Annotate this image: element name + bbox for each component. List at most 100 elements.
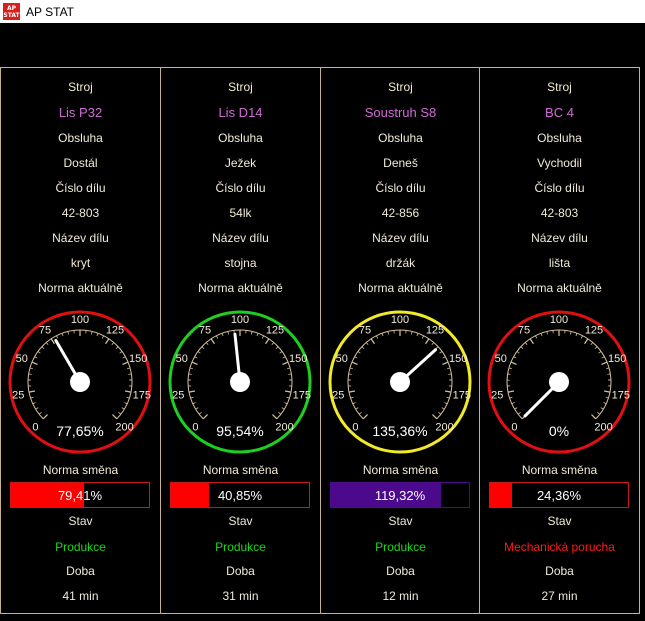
- gauge-value: 135,36%: [372, 423, 427, 439]
- norma-gauge: 0 25 50 75 100 125 150 175 200 95,54%: [168, 310, 312, 454]
- part-number-label: Číslo dílu: [55, 181, 106, 195]
- gauge-tick-label: 150: [289, 353, 307, 365]
- part-name-label: Název dílu: [52, 231, 109, 245]
- norma-shift-value: 119,32%: [374, 487, 426, 503]
- gauge-tick-label: 75: [518, 325, 530, 337]
- part-number: 54lk: [229, 206, 252, 220]
- part-name-label: Název dílu: [212, 231, 269, 245]
- part-name: držák: [385, 256, 416, 270]
- gauge-tick-label: 0: [511, 422, 517, 434]
- duration-label: Doba: [386, 564, 415, 578]
- app-logo-icon: AP STAT: [3, 3, 20, 20]
- gauge-tick-label: 0: [192, 422, 198, 434]
- norma-shift-label: Norma směna: [521, 463, 598, 477]
- norma-gauge: 0 25 50 75 100 125 150 175 200 0%: [487, 310, 631, 454]
- status-label: Stav: [228, 514, 253, 528]
- norma-gauge: 0 25 50 75 100 125 150 175 200 77,65%: [8, 310, 152, 454]
- gauge-tick-label: 150: [129, 353, 147, 365]
- gauge-tick-label: 125: [266, 325, 284, 337]
- status-label: Stav: [547, 514, 572, 528]
- norma-shift-bar: 24,36%: [489, 482, 629, 508]
- part-number-label: Číslo dílu: [215, 181, 266, 195]
- gauge-tick-label: 50: [16, 353, 28, 365]
- obsluha-label: Obsluha: [58, 131, 103, 145]
- part-name: lišta: [548, 256, 571, 270]
- gauge-tick-label: 200: [594, 422, 612, 434]
- part-name-label: Název dílu: [372, 231, 429, 245]
- norma-shift-label: Norma směna: [362, 463, 439, 477]
- gauge-tick-label: 100: [71, 314, 89, 326]
- norma-shift-label: Norma směna: [202, 463, 279, 477]
- operator-name: Vychodil: [537, 156, 582, 170]
- gauge-tick-label: 150: [449, 353, 467, 365]
- gauge-tick-label: 100: [550, 314, 568, 326]
- gauge-value: 77,65%: [56, 423, 103, 439]
- part-name: stojna: [224, 256, 257, 270]
- part-number: 42-803: [540, 206, 579, 220]
- norma-current-label: Norma aktuálně: [38, 281, 123, 295]
- norma-shift-value: 40,85%: [217, 487, 263, 503]
- obsluha-label: Obsluha: [537, 131, 582, 145]
- gauge-tick-label: 75: [39, 325, 51, 337]
- duration-value: 41 min: [62, 589, 99, 603]
- duration-label: Doba: [226, 564, 255, 578]
- status-value: Produkce: [215, 540, 266, 554]
- gauge-tick-label: 25: [172, 389, 184, 401]
- gauge-tick-label: 50: [176, 353, 188, 365]
- machine-panel: Stroj Lis D14 Obsluha Ježek Číslo dílu 54lk Ná…: [160, 68, 320, 613]
- machine-panel: Stroj Soustruh S8 Obsluha Deneš Číslo dílu 42…: [320, 68, 480, 613]
- operator-name: Deneš: [383, 156, 418, 170]
- gauge-tick-label: 50: [336, 353, 348, 365]
- gauge-hub: [549, 372, 569, 392]
- gauge-tick-label: 175: [133, 389, 151, 401]
- part-number: 42-856: [381, 206, 420, 220]
- obsluha-label: Obsluha: [218, 131, 263, 145]
- stroj-label: Stroj: [228, 80, 253, 94]
- norma-shift-value: 24,36%: [536, 487, 582, 503]
- gauge-tick-label: 25: [332, 389, 344, 401]
- operator-name: Dostál: [63, 156, 98, 170]
- stroj-label: Stroj: [388, 80, 413, 94]
- norma-current-label: Norma aktuálně: [517, 281, 602, 295]
- gauge-tick-label: 200: [435, 422, 453, 434]
- stroj-label: Stroj: [68, 80, 93, 94]
- gauge-tick-label: 100: [231, 314, 249, 326]
- title-bar: AP STAT AP STAT: [0, 0, 645, 23]
- gauge-tick-label: 0: [32, 422, 38, 434]
- duration-value: 27 min: [541, 589, 578, 603]
- machine-name: Soustruh S8: [364, 105, 437, 120]
- gauge-value: 0%: [549, 423, 569, 439]
- gauge-tick-label: 175: [453, 389, 471, 401]
- duration-value: 12 min: [382, 589, 419, 603]
- norma-shift-value: 79,41%: [57, 487, 103, 503]
- norma-current-label: Norma aktuálně: [198, 281, 283, 295]
- status-label: Stav: [68, 514, 93, 528]
- machine-panel: Stroj Lis P32 Obsluha Dostál Číslo dílu 42-80…: [1, 68, 160, 613]
- part-name-label: Název dílu: [531, 231, 588, 245]
- machine-panel: Stroj BC 4 Obsluha Vychodil Číslo dílu 42-803…: [479, 68, 639, 613]
- gauge-tick-label: 100: [391, 314, 409, 326]
- gauge-tick-label: 175: [612, 389, 630, 401]
- part-name: kryt: [70, 256, 91, 270]
- gauge-tick-label: 125: [585, 325, 603, 337]
- gauge-value: 95,54%: [216, 423, 263, 439]
- obsluha-label: Obsluha: [378, 131, 423, 145]
- gauge-hub: [230, 372, 250, 392]
- norma-current-label: Norma aktuálně: [358, 281, 443, 295]
- norma-shift-bar: 79,41%: [10, 482, 150, 508]
- gauge-hub: [70, 372, 90, 392]
- gauge-tick-label: 0: [352, 422, 358, 434]
- gauge-tick-label: 200: [115, 422, 133, 434]
- gauge-tick-label: 25: [491, 389, 503, 401]
- norma-shift-label: Norma směna: [42, 463, 119, 477]
- part-number: 42-803: [61, 206, 100, 220]
- stroj-label: Stroj: [547, 80, 572, 94]
- status-value: Produkce: [375, 540, 426, 554]
- gauge-tick-label: 200: [275, 422, 293, 434]
- gauge-tick-label: 75: [199, 325, 211, 337]
- machine-name: BC 4: [545, 105, 574, 120]
- status-value: Mechanická porucha: [504, 540, 615, 554]
- part-number-label: Číslo dílu: [375, 181, 426, 195]
- gauge-tick-label: 125: [106, 325, 124, 337]
- gauge-tick-label: 125: [426, 325, 444, 337]
